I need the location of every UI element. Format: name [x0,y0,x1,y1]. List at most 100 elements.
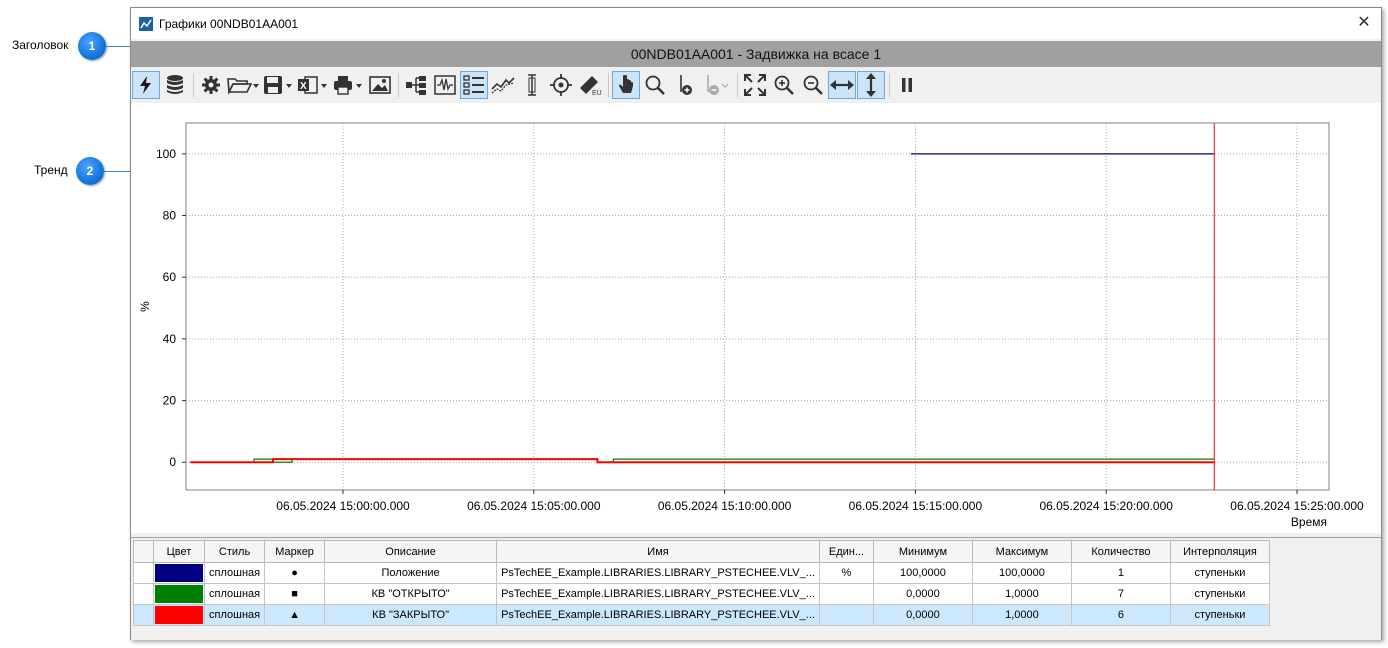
y-axis-label: % [138,301,152,312]
x-axis-label: Время [1291,515,1327,529]
header-marker[interactable]: Маркер [264,540,326,563]
zoom-icon[interactable] [641,71,669,99]
app-chart-icon [139,16,153,31]
vertical-icon[interactable] [857,71,885,99]
svg-text:EU: EU [592,90,602,96]
header-style[interactable]: Стиль [203,540,266,563]
callout-label-trend: Тренд [34,163,68,177]
unit-cell[interactable] [818,604,874,626]
style-cell[interactable]: сплошная [203,583,266,605]
folder-open-icon[interactable] [226,71,260,99]
gear-icon[interactable] [197,71,225,99]
header-count[interactable]: Количество [1070,540,1171,563]
trend-chart-svg[interactable]: 0 20 40 60 80 100 06.05.2024 15:00:00.000 06.05… [131,103,1381,533]
min-cell[interactable]: 0,0000 [872,604,973,626]
target-icon[interactable] [547,71,575,99]
print-icon[interactable] [331,71,365,99]
plot-area [185,122,1330,491]
header-max[interactable]: Максимум [971,540,1072,563]
row-selector[interactable] [133,562,154,584]
table-row-selected[interactable]: сплошная ▲ КВ "ЗАКРЫТО" PsTechEE_Example… [133,604,1270,626]
y-tick-label: 20 [163,394,177,408]
color-cell[interactable] [153,604,205,626]
y-tick-label: 40 [163,332,177,346]
horizontal-icon[interactable] [828,71,856,99]
cursor-bar-icon[interactable] [518,71,546,99]
list-icon[interactable] [460,71,488,99]
table-row[interactable]: сплошная ■ КВ "ОТКРЫТО" PsTechEE_Example… [133,583,1270,605]
trend-icon[interactable] [489,71,517,99]
zoom-in-icon[interactable] [770,71,798,99]
description-cell[interactable]: КВ "ЗАКРЫТО" [324,604,498,626]
ruler-icon[interactable]: EU [576,71,604,99]
count-cell[interactable]: 1 [1070,562,1171,584]
max-cell[interactable]: 1,0000 [971,604,1072,626]
count-cell[interactable]: 6 [1070,604,1171,626]
callout-badge-1: 1 [78,32,106,60]
title-bar[interactable]: Графики 00NDB01AA001 ✕ [131,8,1381,39]
color-swatch [155,606,203,624]
color-cell[interactable] [153,583,205,605]
trend-header: 00NDB01AA001 - Задвижка на всасе 1 [131,41,1381,67]
lightning-icon[interactable] [132,71,160,99]
color-cell[interactable] [153,562,205,584]
x-tick-label: 06.05.2024 15:00:00.000 [276,499,410,513]
add-marker-icon[interactable] [670,71,698,99]
marker-cell[interactable]: ● [264,562,326,584]
marker-cell[interactable]: ■ [264,583,326,605]
style-cell[interactable]: сплошная [203,562,266,584]
header-color[interactable]: Цвет [153,540,205,563]
count-cell[interactable]: 7 [1070,583,1171,605]
description-cell[interactable]: Положение [324,562,498,584]
name-cell[interactable]: PsTechEE_Example.LIBRARIES.LIBRARY_PSTEC… [496,604,820,626]
table-row[interactable]: сплошная ● Положение PsTechEE_Example.LI… [133,562,1270,584]
unit-cell[interactable] [818,583,874,605]
x-tick-label: 06.05.2024 15:10:00.000 [658,499,792,513]
callout-line-1 [106,46,132,47]
pointer-icon[interactable] [612,71,640,99]
name-cell[interactable]: PsTechEE_Example.LIBRARIES.LIBRARY_PSTEC… [496,583,820,605]
image-icon[interactable] [366,71,394,99]
interpolation-cell[interactable]: ступеньки [1169,562,1270,584]
callout-badge-2: 2 [76,157,104,185]
x-tick-label: 06.05.2024 15:05:00.000 [467,499,601,513]
min-cell[interactable]: 0,0000 [872,583,973,605]
header-name[interactable]: Имя [496,540,820,563]
interpolation-cell[interactable]: ступеньки [1169,583,1270,605]
x-tick-label: 06.05.2024 15:25:00.000 [1230,499,1364,513]
x-tick-label: 06.05.2024 15:15:00.000 [849,499,983,513]
remove-marker-icon[interactable] [699,71,733,99]
pause-icon[interactable] [893,71,921,99]
fit-icon[interactable] [741,71,769,99]
trend-title: 00NDB01AA001 - Задвижка на всасе 1 [630,46,882,62]
legend-table-panel: Цвет Стиль Маркер Описание Имя Един... М… [131,537,1381,640]
toolbar-separator [737,73,738,97]
save-icon[interactable] [261,71,295,99]
toolbar-separator [889,73,890,97]
header-min[interactable]: Минимум [872,540,973,563]
unit-cell[interactable]: % [818,562,874,584]
name-cell[interactable]: PsTechEE_Example.LIBRARIES.LIBRARY_PSTEC… [496,562,820,584]
marker-cell[interactable]: ▲ [264,604,326,626]
trend-chart[interactable]: 0 20 40 60 80 100 06.05.2024 15:00:00.000 06.05… [131,103,1381,533]
y-tick-label: 80 [163,209,177,223]
max-cell[interactable]: 100,0000 [971,562,1072,584]
min-cell[interactable]: 100,0000 [872,562,973,584]
max-cell[interactable]: 1,0000 [971,583,1072,605]
close-button[interactable]: ✕ [1355,14,1373,32]
y-tick-label: 100 [156,147,176,161]
excel-icon[interactable]: X [296,71,330,99]
zoom-out-icon[interactable] [799,71,827,99]
interpolation-cell[interactable]: ступеньки [1169,604,1270,626]
color-swatch [155,585,203,603]
row-selector[interactable] [133,583,154,605]
waveform-icon[interactable] [431,71,459,99]
row-selector[interactable] [133,604,154,626]
description-cell[interactable]: КВ "ОТКРЫТО" [324,583,498,605]
header-description[interactable]: Описание [324,540,498,563]
database-icon[interactable] [161,71,189,99]
tree-icon[interactable] [402,71,430,99]
header-unit[interactable]: Един... [818,540,874,563]
style-cell[interactable]: сплошная [203,604,266,626]
header-interpolation[interactable]: Интерполяция [1169,540,1270,563]
